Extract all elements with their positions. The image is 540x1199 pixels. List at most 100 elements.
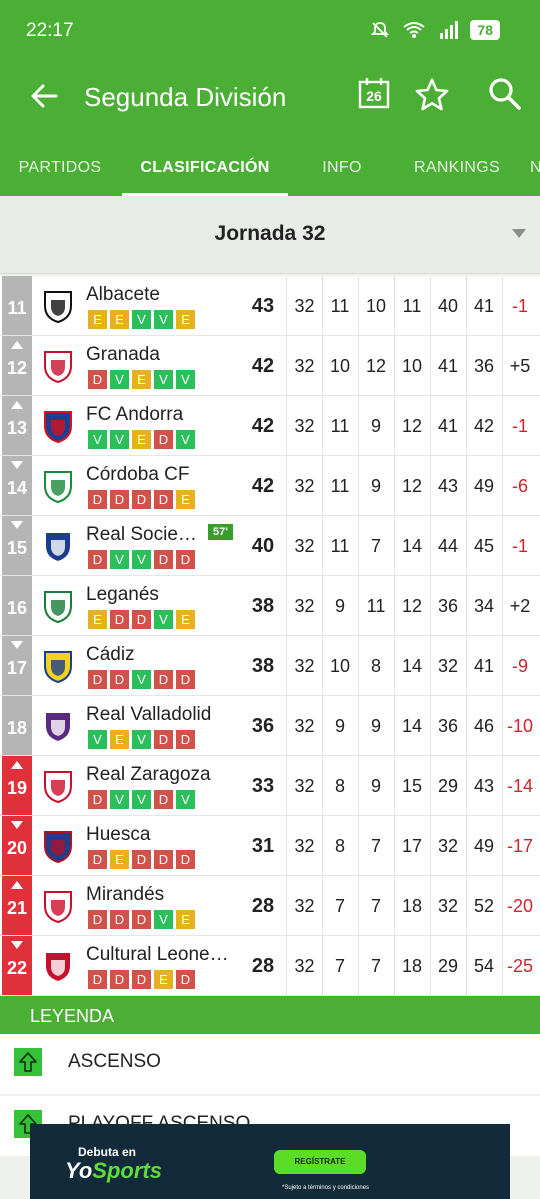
form-badge: D — [88, 850, 107, 869]
form-strip: DVEVV — [88, 370, 195, 389]
stat-gf: 36 — [437, 716, 459, 736]
position-number: 12 — [6, 358, 28, 378]
form-strip: VEVDD — [88, 730, 195, 749]
form-badge: E — [154, 970, 173, 989]
stat-pj: 32 — [294, 896, 315, 916]
form-badge: D — [110, 910, 129, 929]
form-strip: VVEDV — [88, 430, 195, 449]
status-bar: 22:17 78 — [0, 0, 540, 62]
tab-partidos[interactable]: PARTIDOS — [0, 132, 120, 196]
star-icon[interactable] — [414, 77, 450, 113]
table-row[interactable]: 12 Granada D V E V V 42 32 10 12 10 41 36 +5 — [0, 336, 540, 396]
search-icon[interactable] — [488, 77, 522, 111]
position-number: 14 — [6, 478, 28, 498]
stat-gc: 41 — [473, 296, 495, 316]
position-cell: 20 — [2, 816, 32, 875]
stat-dg: +2 — [509, 596, 531, 616]
stat-gc: 42 — [473, 416, 495, 436]
team-crest-icon — [44, 351, 72, 384]
tab-rankings[interactable]: RANKINGS — [396, 132, 518, 196]
stat-g: 9 — [334, 716, 345, 736]
form-badge: D — [176, 970, 195, 989]
table-row[interactable]: 19 Real Zaragoza D V V D V 33 32 8 9 15 29 43 -14 — [0, 756, 540, 816]
form-badge: V — [88, 730, 107, 749]
stat-g: 10 — [329, 356, 351, 376]
form-badge: D — [154, 490, 173, 509]
stat-gc: 43 — [473, 776, 495, 796]
form-badge: D — [110, 670, 129, 689]
form-badge: V — [154, 370, 173, 389]
tab-overflow[interactable]: N — [530, 132, 540, 196]
round-selector[interactable]: Jornada 32 — [0, 196, 540, 274]
stat-p: 14 — [401, 716, 423, 736]
stat-pj: 32 — [294, 656, 315, 676]
ad-logo: YoSports — [65, 1158, 162, 1184]
table-row[interactable]: 22 Cultural Leone… D D D E D 28 32 7 7 18 29 54 -25 — [0, 936, 540, 996]
table-row[interactable]: 16 Leganés E D D V E 38 32 9 11 12 36 34 +2 — [0, 576, 540, 636]
stat-gc: 52 — [473, 896, 495, 916]
stat-p: 18 — [401, 956, 423, 976]
table-row[interactable]: 18 Real Valladolid V E V D D 36 32 9 9 14 36 46 -10 — [0, 696, 540, 756]
tab-clasificacion[interactable]: CLASIFICACIÓN — [122, 132, 288, 196]
battery-icon: 78 — [470, 20, 500, 40]
form-badge: D — [154, 550, 173, 569]
form-strip: DVVDD — [88, 550, 195, 569]
stat-gf: 43 — [437, 476, 459, 496]
stat-pj: 32 — [294, 296, 315, 316]
team-name: Cultural Leone… — [86, 944, 229, 965]
calendar-button[interactable]: 26 — [358, 77, 390, 109]
trend-up-icon — [11, 341, 23, 349]
position-cell: 13 — [2, 396, 32, 455]
table-row[interactable]: 11 Albacete E E V V E 43 32 11 10 11 40 41 -1 — [0, 276, 540, 336]
table-row[interactable]: 20 Huesca D E D D D 31 32 8 7 17 32 49 -17 — [0, 816, 540, 876]
form-badge: D — [88, 370, 107, 389]
team-name: Leganés — [86, 584, 159, 605]
signal-icon — [440, 21, 459, 39]
back-arrow-icon[interactable] — [28, 80, 60, 112]
team-crest-icon — [44, 891, 72, 924]
trend-down-icon — [11, 521, 23, 529]
team-crest-icon — [44, 531, 72, 564]
team-crest-icon — [44, 291, 72, 324]
table-row[interactable]: 21 Mirandés D D D V E 28 32 7 7 18 32 52 -20 — [0, 876, 540, 936]
position-cell: 21 — [2, 876, 32, 935]
stat-p: 15 — [401, 776, 423, 796]
stat-p: 10 — [401, 356, 423, 376]
form-strip: DDDVE — [88, 910, 195, 929]
status-time: 22:17 — [26, 20, 74, 41]
table-row[interactable]: 14 Córdoba CF D D D D E 42 32 11 9 12 43 49 -6 — [0, 456, 540, 516]
form-badge: D — [154, 670, 173, 689]
trend-up-icon — [11, 401, 23, 409]
position-cell: 22 — [2, 936, 32, 995]
form-badge: V — [132, 550, 151, 569]
position-number: 22 — [6, 958, 28, 978]
form-badge: V — [154, 910, 173, 929]
form-badge: D — [176, 670, 195, 689]
stat-dg: -6 — [511, 476, 528, 496]
ad-register-button[interactable]: REGÍSTRATE — [274, 1150, 366, 1174]
table-row[interactable]: 17 Cádiz D D V D D 38 32 10 8 14 32 41 -9 — [0, 636, 540, 696]
stat-pj: 32 — [294, 836, 315, 856]
stat-gf: 41 — [437, 416, 459, 436]
team-crest-icon — [44, 951, 72, 984]
form-badge: D — [176, 850, 195, 869]
tab-info[interactable]: INFO — [288, 132, 396, 196]
table-row[interactable]: 15 Real Socie… 57' D V V D D 40 32 11 7 14 44 45 -1 — [0, 516, 540, 576]
form-badge: E — [110, 730, 129, 749]
position-number: 19 — [6, 778, 28, 798]
table-row[interactable]: 13 FC Andorra V V E D V 42 32 11 9 12 41 42 -1 — [0, 396, 540, 456]
form-strip: DDDDE — [88, 490, 195, 509]
app-header: 22:17 78 Segunda División 26 PARTIDOS CL… — [0, 0, 540, 196]
ad-banner[interactable]: Debuta en YoSports REGÍSTRATE *Sujeto a … — [30, 1124, 510, 1199]
calendar-day: 26 — [366, 88, 382, 104]
stat-pj: 32 — [294, 476, 315, 496]
stat-pts: 40 — [251, 535, 275, 557]
stat-p: 14 — [401, 656, 423, 676]
form-badge: V — [110, 790, 129, 809]
form-strip: EEVVE — [88, 310, 195, 329]
ad-brand-a: Yo — [65, 1158, 93, 1183]
stat-g: 11 — [330, 296, 350, 316]
stat-pts: 42 — [251, 475, 275, 497]
stat-e: 7 — [370, 536, 381, 556]
stat-pj: 32 — [294, 536, 315, 556]
